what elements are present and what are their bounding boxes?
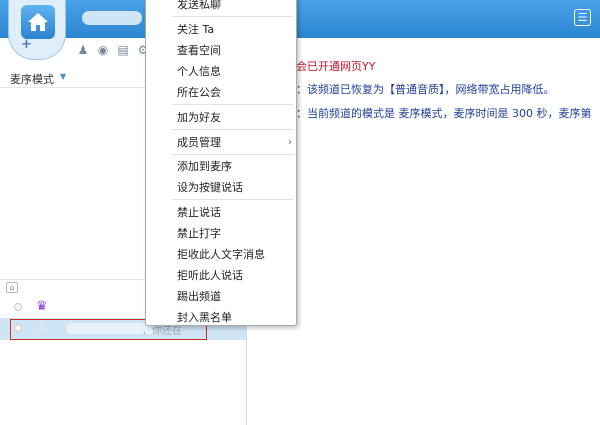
chevron-down-icon: ▼ [60,72,67,81]
chat-message-area: 会已开通网页YY ：该频道已恢复为【普通音质】，网络带宽占用降低。 ：当前频道的… [248,38,600,425]
menu-item-add-to-mic-queue[interactable]: 添加到麦序 [147,156,296,177]
menu-item-mute-typing[interactable]: 禁止打字 [147,223,296,244]
menu-item-mute-speech[interactable]: 禁止说话 [147,202,296,223]
location-icon[interactable]: ◉ [96,43,110,57]
chat-message: ：当前频道的模式是 麦序模式，麦序时间是 300 秒，麦序第 [296,107,592,120]
menu-separator [172,16,294,17]
channel-name-blurred [82,11,142,25]
menu-item-block-text[interactable]: 拒收此人文字消息 [147,244,296,265]
notes-icon[interactable]: ▤ [116,43,130,57]
menu-separator [172,199,294,200]
top-header-bar: ☰ [0,0,600,38]
channel-home-icon[interactable]: ⌂ [6,282,18,293]
list-icon[interactable]: ☰ [574,9,591,26]
menu-item-label: 成员管理 [177,136,221,149]
menu-separator [172,129,294,130]
menu-item-block-voice[interactable]: 拒听此人说话 [147,265,296,286]
home-badge[interactable]: + [8,0,66,60]
menu-separator [172,154,294,155]
menu-item-follow[interactable]: 关注 Ta [147,19,296,40]
manager-icon: ♛ [36,299,48,314]
menu-separator [172,104,294,105]
menu-item-send-private-chat[interactable]: 发送私聊 [147,0,296,15]
menu-item-push-to-talk[interactable]: 设为按键说话 [147,177,296,198]
speaking-indicator [14,303,22,311]
member-context-menu: 发送私聊 关注 Ta 查看空间 个人信息 所在公会 加为好友 成员管理 › 添加… [145,0,297,326]
mode-label: 麦序模式 [10,73,54,86]
menu-item-add-friend[interactable]: 加为好友 [147,107,296,128]
plus-icon[interactable]: + [21,38,35,52]
menu-item-kick[interactable]: 踢出频道 [147,286,296,307]
chevron-right-icon: › [288,137,292,148]
menu-item-blacklist[interactable]: 封入黑名单 [147,307,296,328]
menu-item-profile[interactable]: 个人信息 [147,61,296,82]
chat-message: ：该频道已恢复为【普通音质】，网络带宽占用降低。 [296,83,555,96]
menu-item-member-management[interactable]: 成员管理 › [147,132,296,153]
home-icon[interactable] [21,5,55,39]
person-icon[interactable]: ♟ [76,43,90,57]
menu-item-view-space[interactable]: 查看空间 [147,40,296,61]
yy-client-window: ☰ ♟ ◉ ▤ ⚙ 麦序模式 ▼ ⌂ ♛ ♙ ，你还在 + 会已开通网页YY ：… [0,0,600,425]
chat-message: 会已开通网页YY [296,60,376,73]
menu-item-guild[interactable]: 所在公会 [147,82,296,103]
